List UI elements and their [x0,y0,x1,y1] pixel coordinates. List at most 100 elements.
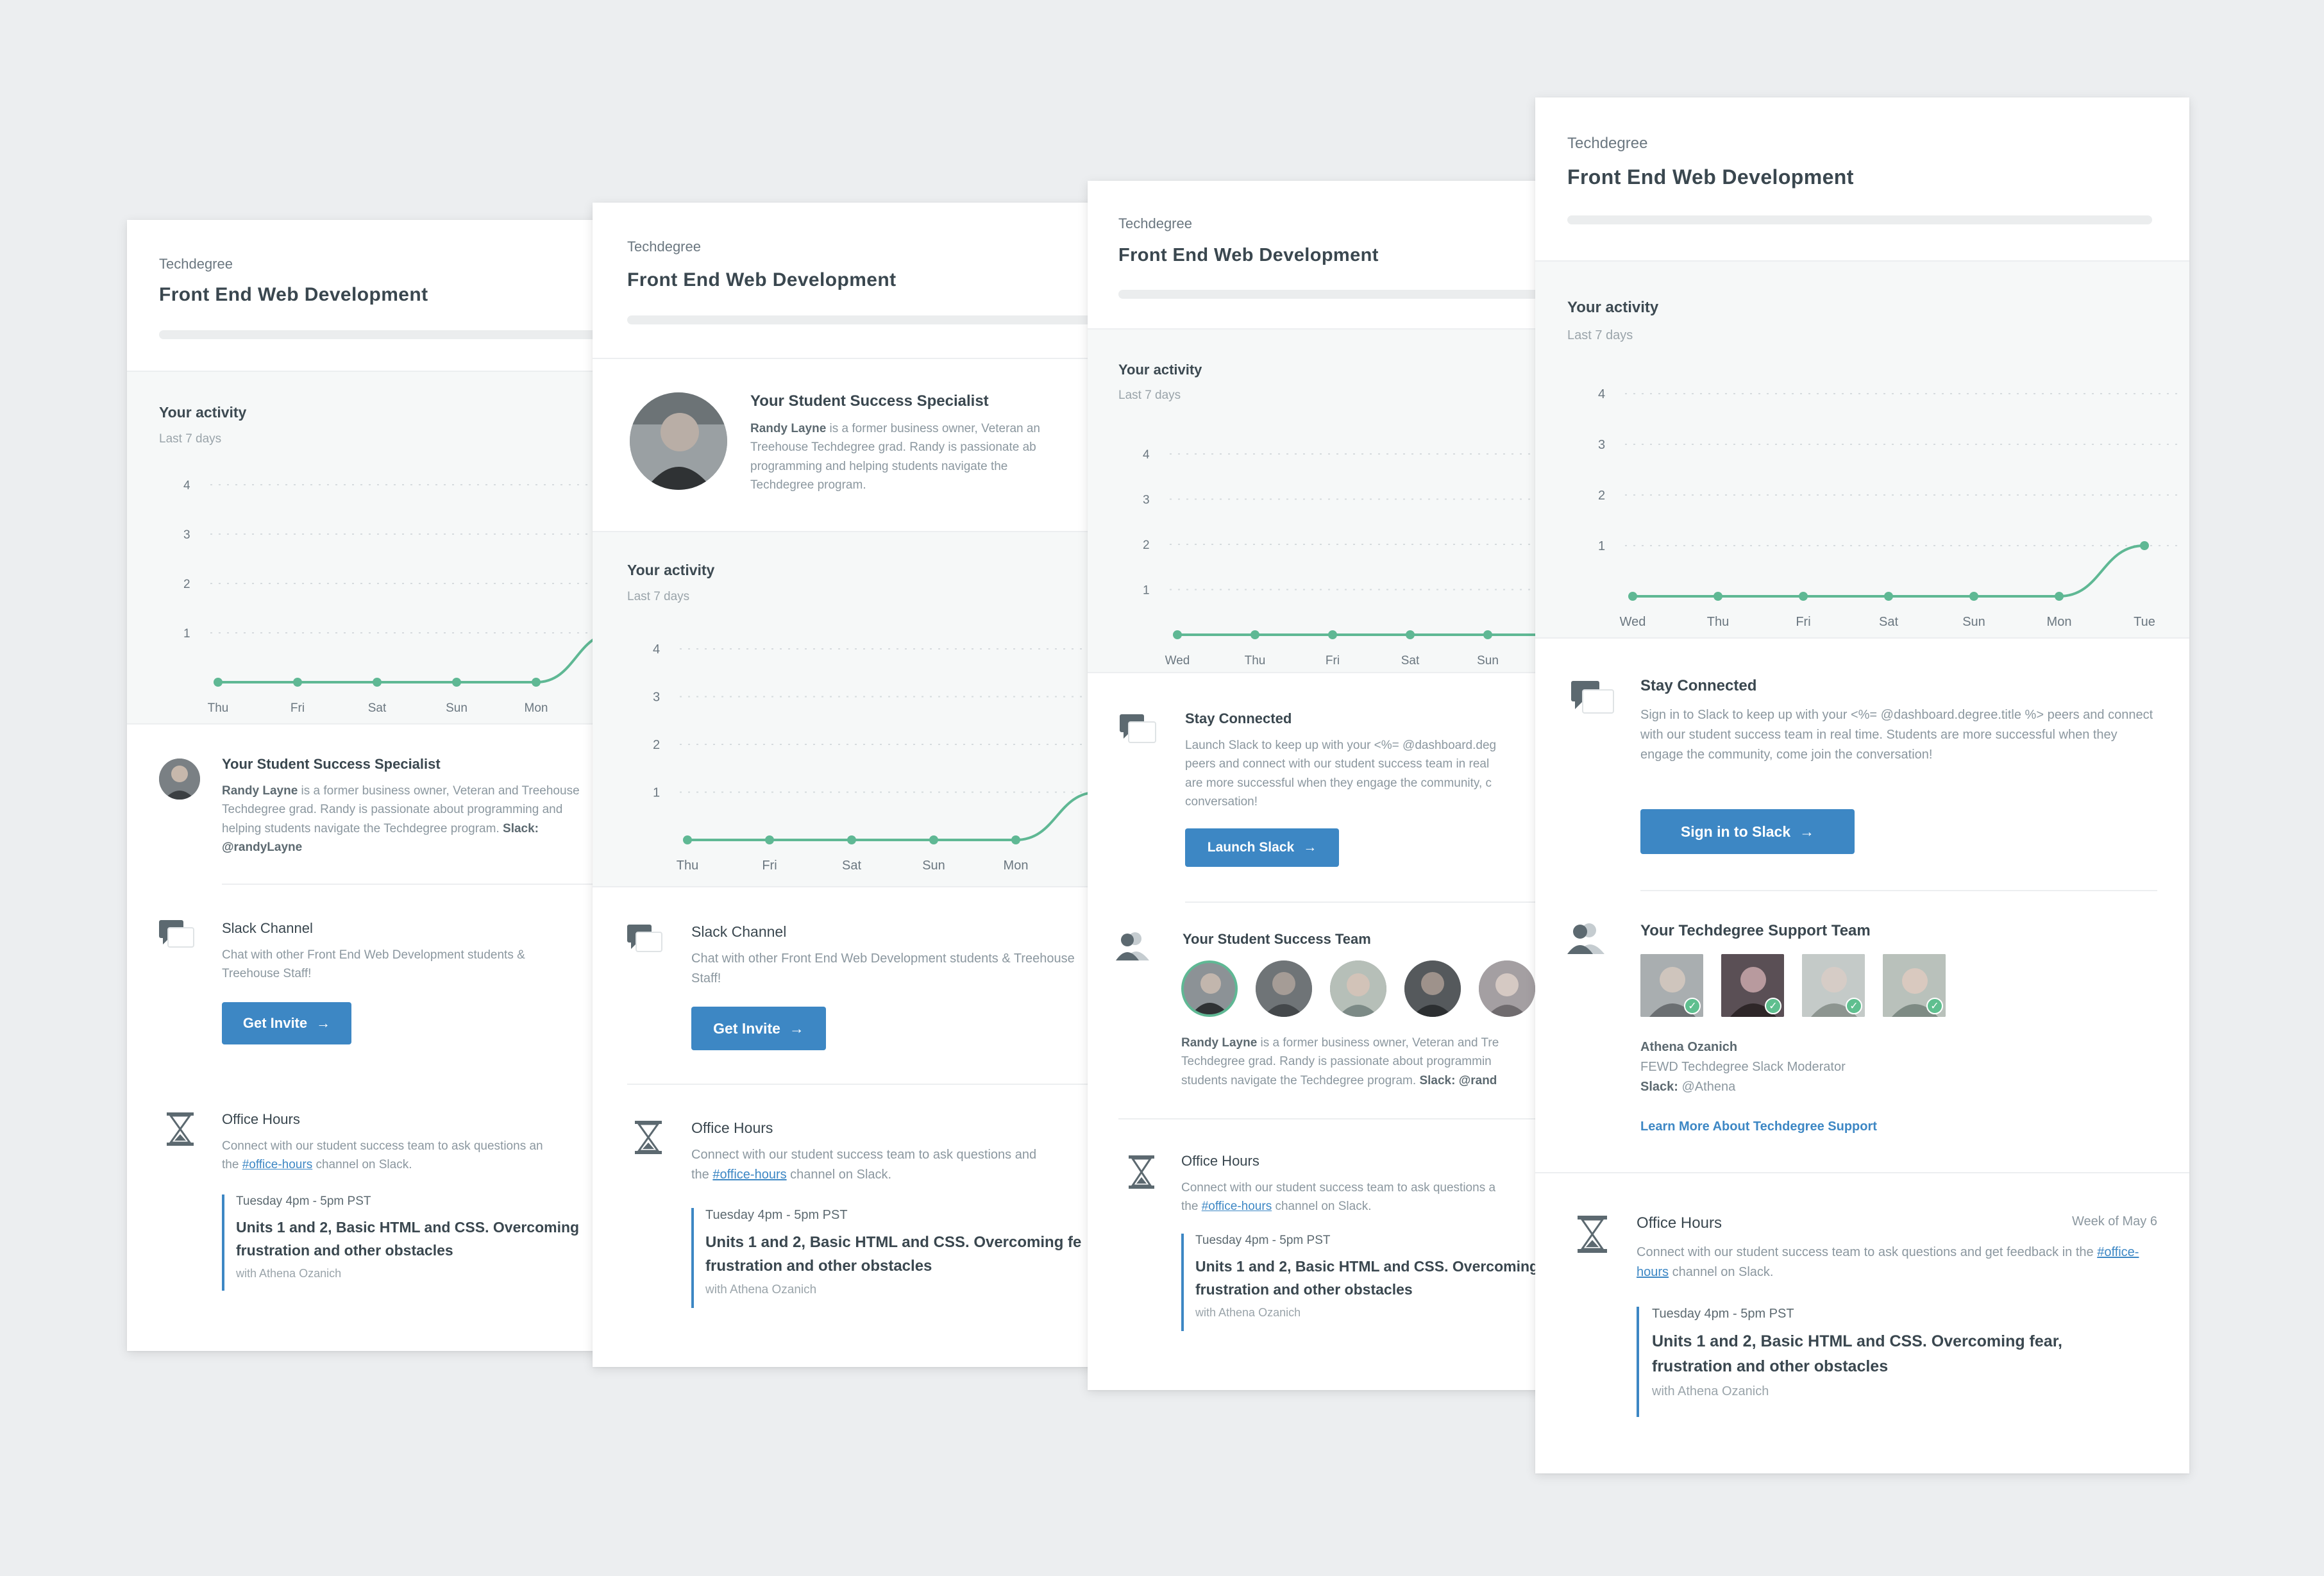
stay-connected-title: Stay Connected [1185,710,1292,726]
office-hours-week: Week of May 6 [2071,1214,2157,1228]
team-avatar-2[interactable] [1256,960,1312,1017]
learn-more-link[interactable]: Learn More About Techdegree Support [1640,1119,1877,1134]
stay-line2: peers and connect with our student succe… [1185,757,1490,771]
session-title: Units 1 and 2, Basic HTML and CSS. Overc… [236,1216,614,1262]
office-hours-the: the [222,1158,242,1172]
session-title-line2: frustration and other obstacles [1195,1280,1413,1298]
office-hours-channel-link[interactable]: #office-hours [242,1158,313,1171]
activity-panel: Your activity Last 7 days 4 3 2 1 Wed Thu Fri S… [1535,262,2189,639]
activity-point [1884,592,1893,601]
chat-icon [159,920,194,948]
session-time: Tuesday 4pm - 5pm PST [705,1208,848,1222]
program-overline: Techdegree [1118,215,1192,231]
specialist-name: Randy Layne [222,784,298,798]
office-hours-body: Connect with our student success team to… [1637,1243,2162,1282]
team-bio-line3: students navigate the Techdegree program… [1181,1073,1420,1087]
get-invite-label: Get Invite [242,1015,308,1031]
session-block: Tuesday 4pm - 5pm PST Units 1 and 2, Bas… [691,1208,1099,1308]
activity-point [1628,592,1637,601]
launch-slack-button[interactable]: Launch Slack → [1185,828,1339,867]
x-tick-label: Thu [1245,654,1266,667]
session-block: Tuesday 4pm - 5pm PST Units 1 and 2, Bas… [1181,1234,1551,1331]
team-avatar-1[interactable] [1181,960,1238,1017]
support-team-title: Your Techdegree Support Team [1640,922,1871,939]
session-title-line1: Units 1 and 2, Basic HTML and CSS. Overc… [1195,1258,1539,1275]
office-hours-the: the [1181,1200,1202,1214]
activity-panel: Your activity Last 7 days 4 3 2 1 Thu Fri Sat S… [127,372,614,725]
x-tick-label: Thu [208,701,229,715]
x-tick-label: Fri [1796,615,1810,629]
activity-point [847,835,856,844]
support-avatar-2[interactable]: ✓ [1721,954,1784,1017]
office-hours-channel-link[interactable]: #office-hours [712,1168,786,1182]
get-invite-button[interactable]: Get Invite → [691,1007,826,1050]
x-tick-label: Mon [2047,615,2072,629]
program-title: Front End Web Development [159,284,428,305]
progress-bar [159,330,614,339]
bio-line1: is a former business owner, Veteran an [826,422,1040,435]
activity-point [1328,630,1337,639]
activity-line [217,632,614,683]
hourglass-icon [167,1112,194,1146]
progress-bar [1118,290,1551,299]
x-tick-label: Mon [525,701,548,715]
arrow-right-icon: → [1303,840,1317,855]
session-host: with Athena Ozanich [236,1267,342,1280]
chat-icon [1571,681,1614,714]
session-host: with Athena Ozanich [1195,1306,1301,1320]
session-title: Units 1 and 2, Basic HTML and CSS. Overc… [1652,1332,2062,1375]
session-title: Units 1 and 2, Basic HTML and CSS. Overc… [1195,1255,1551,1301]
team-avatar-3[interactable] [1330,960,1386,1017]
stay-line4: conversation! [1185,795,1258,809]
x-tick-label: Fri [290,701,305,715]
x-tick-label: Fri [1326,654,1340,667]
x-tick-label: Wed [1165,654,1190,667]
success-team-bio: Randy Layne is a former business owner, … [1181,1034,1551,1090]
office-hours-text: Connect with our student success team to… [1637,1245,2098,1259]
team-bio-line2: Techdegree grad. Randy is passionate abo… [1181,1055,1492,1069]
activity-point [683,835,692,844]
bio-line3: programming and helping students navigat… [750,459,1008,473]
activity-point [929,835,938,844]
divider [1535,1172,2189,1173]
chat-icon [627,925,662,952]
users-icon [1116,932,1149,960]
y-tick-label: 4 [1143,448,1150,462]
y-tick-label: 4 [1598,387,1605,401]
stay-connected-body: Sign in to Slack to keep up with your <%… [1640,708,2153,762]
bio-line2: Treehouse Techdegree grad. Randy is pass… [750,440,1036,455]
activity-point [1483,630,1492,639]
progress-bar [1567,215,2152,224]
activity-line [687,791,1099,841]
activity-point [532,678,541,687]
team-avatar-4[interactable] [1404,960,1461,1017]
verified-check-icon: ✓ [1684,998,1701,1014]
office-hours-title: Office Hours [691,1119,773,1136]
slack-channel-body: Chat with other Front End Web Developmen… [691,951,1075,985]
get-invite-button[interactable]: Get Invite → [222,1002,351,1044]
x-tick-label: Sat [1879,615,1898,629]
session-title-line1: Units 1 and 2, Basic HTML and CSS. Overc… [236,1219,580,1236]
office-hours-channel-link[interactable]: #office-hours [1202,1200,1272,1213]
office-hours-body: Connect with our student success team to… [691,1145,1095,1185]
activity-chart: 4 3 2 1 Wed Thu Fri Sat Sun [1143,448,1551,667]
x-tick-label: Sat [368,701,387,715]
program-title: Front End Web Development [1567,165,1854,189]
office-hours-text: Connect with our student success team to… [1181,1181,1496,1195]
sign-in-slack-button[interactable]: Sign in to Slack → [1640,809,1855,854]
support-avatar-4[interactable]: ✓ [1883,954,1946,1017]
team-avatar-5[interactable] [1479,960,1535,1017]
program-title: Front End Web Development [1118,245,1379,265]
activity-point [765,835,774,844]
arrow-right-icon: → [316,1015,331,1031]
office-hours-title: Office Hours [1181,1153,1259,1169]
y-tick-label: 1 [1598,539,1605,553]
program-overline: Techdegree [627,239,701,255]
activity-point [1969,592,1978,601]
x-tick-label: Thu [1707,615,1729,629]
specialist-slack-handle: @randyLayne [222,841,303,855]
support-avatar-3[interactable]: ✓ [1802,954,1865,1017]
hourglass-icon [1129,1155,1154,1189]
launch-slack-label: Launch Slack [1207,840,1295,855]
support-avatar-1[interactable]: ✓ [1640,954,1703,1017]
